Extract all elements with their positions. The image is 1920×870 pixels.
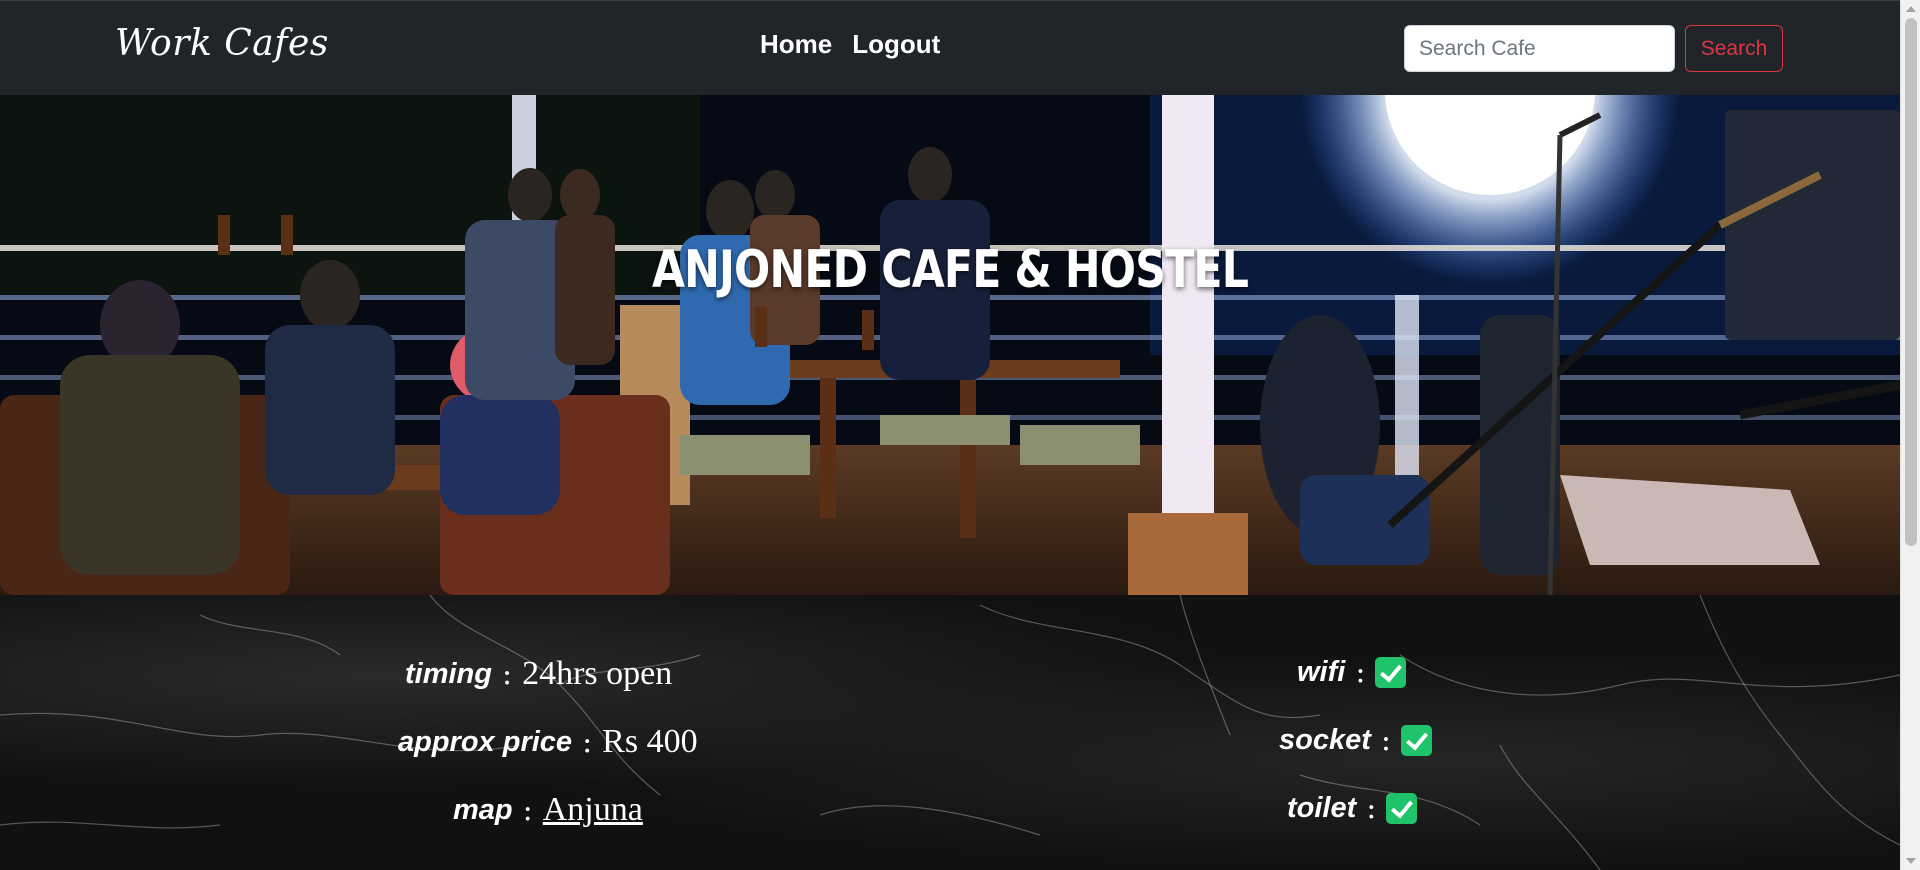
- timing-label: timing: [405, 657, 492, 690]
- socket-label: socket: [1279, 724, 1371, 756]
- timing-row: timing : 24hrs open: [405, 655, 672, 693]
- scroll-down-arrow-icon[interactable]: [1906, 858, 1916, 864]
- search-form: Search: [1404, 25, 1783, 72]
- separator: :: [1380, 723, 1391, 758]
- toilet-row: toilet :: [1287, 791, 1418, 826]
- timing-value: 24hrs open: [522, 655, 673, 692]
- wifi-label: wifi: [1297, 656, 1346, 688]
- brand-logo[interactable]: Work Cafes: [115, 23, 329, 64]
- hero-photo: [0, 95, 1900, 595]
- navbar: Work Cafes Home Logout Search: [0, 0, 1900, 95]
- nav-link-logout[interactable]: Logout: [852, 29, 940, 60]
- checkbox-checked-icon: [1401, 725, 1432, 756]
- separator: :: [582, 724, 593, 760]
- scrollbar-thumb[interactable]: [1905, 18, 1917, 546]
- search-input[interactable]: [1404, 25, 1675, 72]
- checkbox-checked-icon: [1375, 657, 1407, 688]
- page-scrollbar[interactable]: [1900, 0, 1920, 870]
- map-link[interactable]: Anjuna: [543, 791, 643, 829]
- cafe-details-section: timing : 24hrs open approx price : Rs 40…: [0, 595, 1900, 870]
- separator: :: [502, 656, 513, 692]
- hero-banner: ANJONED CAFE & HOSTEL: [0, 95, 1900, 595]
- marble-texture: [0, 595, 1900, 870]
- price-row: approx price : Rs 400: [398, 723, 698, 761]
- map-row: map : Anjuna: [453, 791, 643, 829]
- map-label: map: [453, 793, 513, 826]
- scroll-up-arrow-icon[interactable]: [1906, 6, 1916, 12]
- price-label: approx price: [398, 725, 573, 758]
- socket-row: socket :: [1279, 723, 1432, 758]
- separator: :: [1366, 791, 1377, 826]
- separator: :: [1355, 655, 1366, 690]
- search-button[interactable]: Search: [1685, 25, 1783, 72]
- nav-link-home[interactable]: Home: [760, 29, 832, 60]
- nav-links: Home Logout: [760, 29, 940, 60]
- price-value: Rs 400: [602, 723, 698, 760]
- checkbox-checked-icon: [1386, 793, 1418, 824]
- wifi-row: wifi :: [1297, 655, 1407, 690]
- toilet-label: toilet: [1287, 792, 1357, 824]
- separator: :: [522, 792, 533, 828]
- cafe-name-title: ANJONED CAFE & HOSTEL: [651, 240, 1249, 300]
